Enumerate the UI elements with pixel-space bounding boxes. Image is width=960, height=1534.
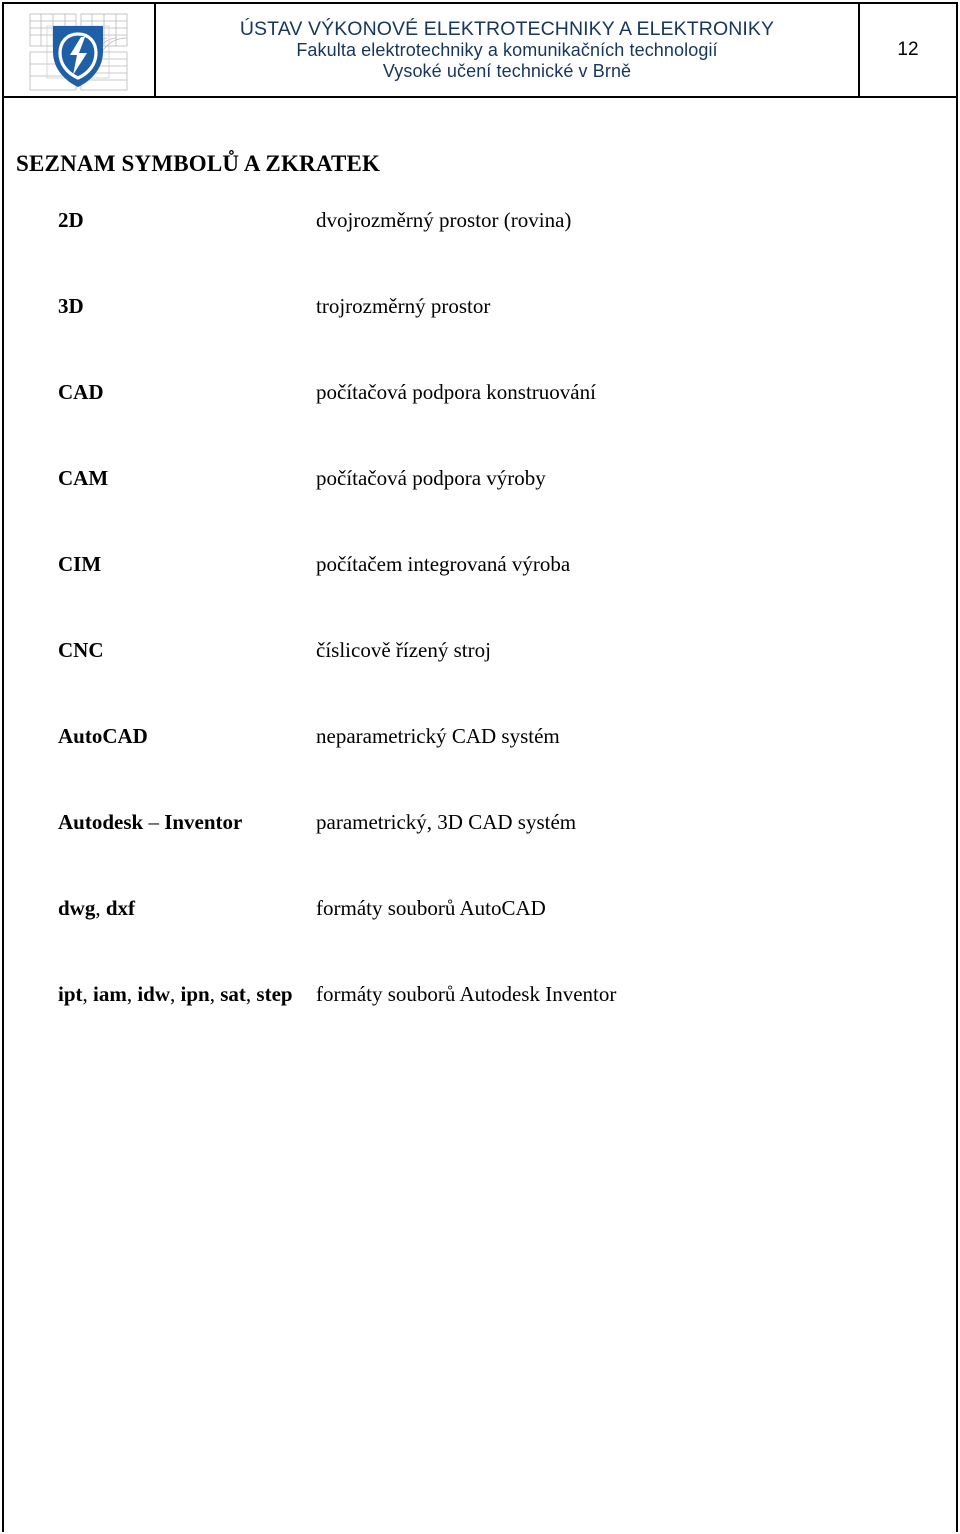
term-separator: , [82, 982, 94, 1006]
term-token: CIM [58, 552, 102, 576]
header-logo-cell [4, 4, 156, 96]
abbreviation-term: CAD [4, 380, 316, 405]
abbreviation-term: Autodesk – Inventor [4, 810, 316, 835]
abbreviation-row: AutoCAD neparametrický CAD systém [4, 724, 956, 810]
abbreviation-list: 2D dvojrozměrný prostor (rovina) 3D trojroz… [4, 208, 956, 1068]
term-token: ipn [180, 982, 210, 1006]
document-body: SEZNAM SYMBOLŮ A ZKRATEK 2D dvojrozměrný … [4, 98, 956, 1532]
faculty-name: Fakulta elektrotechniky a komunikačních … [296, 40, 718, 61]
abbreviation-term: ipt, iam, idw, ipn, sat, step [4, 982, 316, 1007]
abbreviation-term: CIM [4, 552, 316, 577]
term-token: dwg [58, 896, 96, 920]
abbreviation-row: CAD počítačová podpora konstruování [4, 380, 956, 466]
abbreviation-row: 2D dvojrozměrný prostor (rovina) [4, 208, 956, 294]
abbreviation-definition: dvojrozměrný prostor (rovina) [316, 208, 572, 232]
abbreviation-definition: parametrický, 3D CAD systém [316, 810, 577, 834]
term-token: AutoCAD [58, 724, 148, 748]
term-separator: , [95, 896, 106, 920]
term-token: Autodesk [58, 810, 144, 834]
term-token: iam [93, 982, 127, 1006]
term-token: idw [137, 982, 171, 1006]
term-separator: , [126, 982, 138, 1006]
abbreviation-row: dwg, dxf formáty souborů AutoCAD [4, 896, 956, 982]
vut-feec-shield-logo-icon [29, 13, 128, 91]
abbreviation-definition: počítačem integrovaná výroba [316, 552, 571, 576]
term-token: dxf [105, 896, 136, 920]
page-title: SEZNAM SYMBOLŮ A ZKRATEK [16, 151, 381, 177]
abbreviation-definition: trojrozměrný prostor [316, 294, 491, 318]
term-token: step [256, 982, 293, 1006]
term-token: Inventor [164, 810, 243, 834]
term-token: 2D [58, 208, 84, 232]
abbreviation-row: 3D trojrozměrný prostor [4, 294, 956, 380]
term-token: CNC [58, 638, 104, 662]
term-separator: , [209, 982, 221, 1006]
abbreviation-definition: počítačová podpora výroby [316, 466, 546, 490]
abbreviation-term: CNC [4, 638, 316, 663]
abbreviation-row: CNC číslicově řízený stroj [4, 638, 956, 724]
abbreviation-definition: formáty souborů Autodesk Inventor [316, 982, 617, 1006]
abbreviation-definition: číslicově řízený stroj [316, 638, 491, 662]
term-separator: , [170, 982, 181, 1006]
abbreviation-row: Autodesk – Inventor parametrický, 3D CAD … [4, 810, 956, 896]
term-separator: , [245, 982, 257, 1006]
institute-name: ÚSTAV VÝKONOVÉ ELEKTROTECHNIKY A ELEKTRO… [239, 17, 775, 40]
abbreviation-term: 3D [4, 294, 316, 319]
abbreviation-row: CAM počítačová podpora výroby [4, 466, 956, 552]
term-separator: – [143, 810, 165, 834]
term-token: sat [220, 982, 246, 1006]
term-token: CAM [58, 466, 109, 490]
abbreviation-row: CIM počítačem integrovaná výroba [4, 552, 956, 638]
abbreviation-definition: počítačová podpora konstruování [316, 380, 596, 404]
header-page-number-cell: 12 [860, 4, 956, 96]
term-token: 3D [58, 294, 84, 318]
abbreviation-term: CAM [4, 466, 316, 491]
term-token: ipt [58, 982, 83, 1006]
abbreviation-term: dwg, dxf [4, 896, 316, 921]
abbreviation-term: AutoCAD [4, 724, 316, 749]
page-number: 12 [897, 39, 919, 60]
document-header: ÚSTAV VÝKONOVÉ ELEKTROTECHNIKY A ELEKTRO… [2, 2, 958, 98]
abbreviation-row: ipt, iam, idw, ipn, sat, step formáty sou… [4, 982, 956, 1068]
university-name: Vysoké učení technické v Brně [382, 60, 632, 81]
term-token: CAD [58, 380, 104, 404]
abbreviation-definition: formáty souborů AutoCAD [316, 896, 546, 920]
abbreviation-definition: neparametrický CAD systém [316, 724, 560, 748]
header-title-block: ÚSTAV VÝKONOVÉ ELEKTROTECHNIKY A ELEKTRO… [156, 4, 860, 96]
abbreviation-term: 2D [4, 208, 316, 233]
